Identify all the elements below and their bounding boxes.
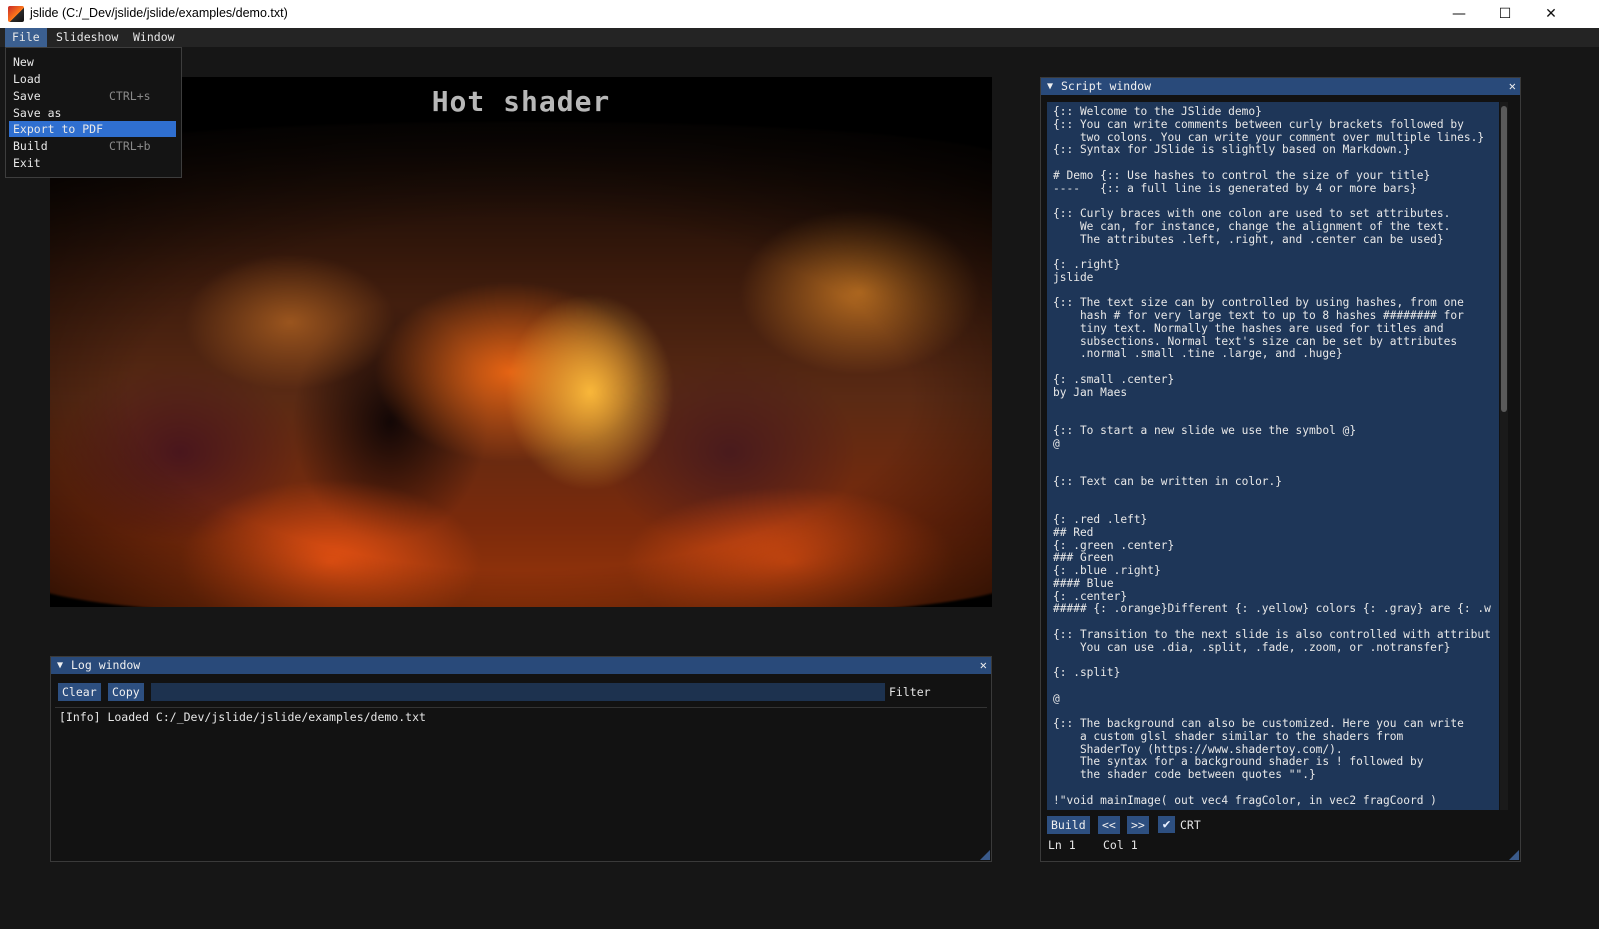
script-text: {:: Welcome to the JSlide demo} {:: You … <box>1053 105 1491 807</box>
resize-grip-icon[interactable] <box>980 850 990 860</box>
title-bar: jslide (C:/_Dev/jslide/jslide/examples/d… <box>0 0 1599 28</box>
line-indicator: Ln 1 <box>1048 838 1076 852</box>
log-entry: [Info] Loaded C:/_Dev/jslide/jslide/exam… <box>59 710 426 724</box>
window-title: jslide (C:/_Dev/jslide/jslide/examples/d… <box>30 6 288 20</box>
script-scrollbar[interactable] <box>1500 102 1508 810</box>
save-shortcut: CTRL+s <box>109 89 151 103</box>
clear-button[interactable]: Clear <box>58 683 101 701</box>
filter-label: Filter <box>889 685 931 699</box>
file-dropdown-menu: New Load Save CTRL+s Save as Export to PD… <box>5 47 182 178</box>
log-window-title: Log window <box>71 658 141 672</box>
menu-item-new-label: New <box>13 55 34 69</box>
app-icon <box>8 6 24 22</box>
menu-item-save-as[interactable]: Save as <box>9 105 176 121</box>
crt-vignette <box>50 77 992 607</box>
column-indicator: Col 1 <box>1103 838 1138 852</box>
menu-window[interactable]: Window <box>126 28 182 47</box>
next-slide-button[interactable]: >> <box>1127 816 1149 834</box>
script-window: ▼ Script window ✕ {:: Welcome to the JSl… <box>1040 77 1521 862</box>
menu-file[interactable]: File <box>5 28 47 47</box>
script-editor[interactable]: {:: Welcome to the JSlide demo} {:: You … <box>1047 102 1499 810</box>
menu-item-save-as-label: Save as <box>13 106 62 120</box>
script-window-title: Script window <box>1061 79 1152 93</box>
log-window-header[interactable]: ▼ Log window ✕ <box>51 657 991 674</box>
menu-item-build-label: Build <box>13 139 48 153</box>
minimize-button[interactable]: — <box>1436 0 1482 28</box>
menu-item-new[interactable]: New <box>9 54 176 70</box>
maximize-button[interactable]: ☐ <box>1482 0 1528 28</box>
previous-slide-button[interactable]: << <box>1098 816 1120 834</box>
divider <box>55 707 987 708</box>
menu-item-exit[interactable]: Exit <box>9 155 176 171</box>
build-button[interactable]: Build <box>1047 816 1090 834</box>
menu-item-export-pdf[interactable]: Export to PDF <box>9 121 176 137</box>
slide-preview: Hot shader <box>50 77 992 607</box>
build-shortcut: CTRL+b <box>109 139 151 153</box>
close-icon[interactable]: ✕ <box>980 657 987 674</box>
crt-label: CRT <box>1180 818 1201 832</box>
menu-item-save[interactable]: Save CTRL+s <box>9 88 176 104</box>
crt-checkbox[interactable]: ✔ <box>1158 816 1175 833</box>
filter-input[interactable] <box>151 683 885 701</box>
close-button[interactable]: ✕ <box>1528 0 1574 28</box>
menu-item-save-label: Save <box>13 89 41 103</box>
resize-grip-icon[interactable] <box>1509 850 1519 860</box>
script-window-header[interactable]: ▼ Script window ✕ <box>1041 78 1520 95</box>
menu-item-load-label: Load <box>13 72 41 86</box>
slide-title: Hot shader <box>431 85 611 118</box>
menu-slideshow[interactable]: Slideshow <box>49 28 125 47</box>
scrollbar-thumb[interactable] <box>1501 106 1507 412</box>
menu-bar: File Slideshow Window <box>0 28 1599 47</box>
menu-item-build[interactable]: Build CTRL+b <box>9 138 176 154</box>
collapse-triangle-icon[interactable]: ▼ <box>1047 78 1053 95</box>
close-icon[interactable]: ✕ <box>1509 78 1516 95</box>
log-window: ▼ Log window ✕ Clear Copy Filter [Info] … <box>50 656 992 862</box>
menu-item-export-pdf-label: Export to PDF <box>13 122 104 136</box>
menu-item-exit-label: Exit <box>13 156 41 170</box>
copy-button[interactable]: Copy <box>108 683 144 701</box>
collapse-triangle-icon[interactable]: ▼ <box>57 657 63 674</box>
menu-item-load[interactable]: Load <box>9 71 176 87</box>
checkmark-icon: ✔ <box>1162 817 1171 832</box>
